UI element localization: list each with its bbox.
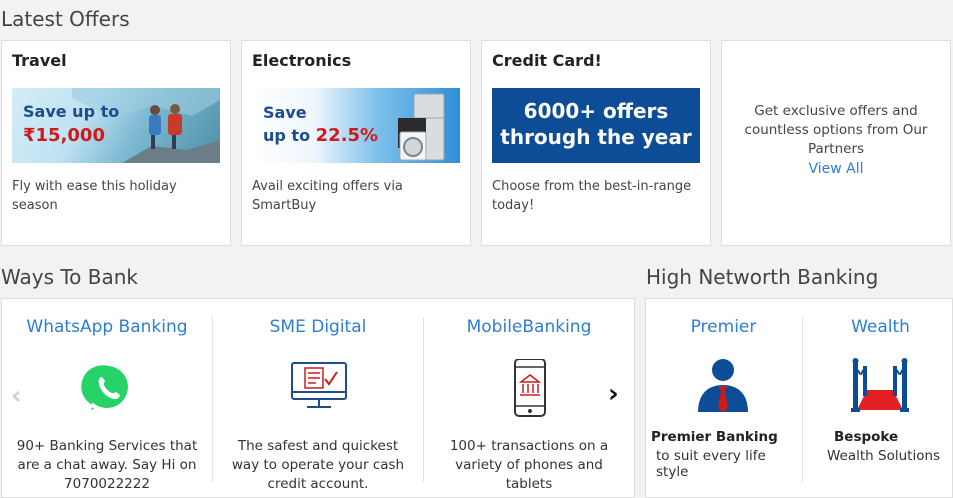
offer-card-travel[interactable]: Travel Save up to ₹15,000 Fly with ease … — [1, 40, 231, 246]
credit-card-banner[interactable]: 6000+ offers through the year — [492, 88, 700, 163]
wtb-item-description: 90+ Banking Services that are a chat awa… — [16, 438, 198, 492]
offer-card-partners: Get exclusive offers and countless optio… — [721, 40, 951, 246]
travel-banner[interactable]: Save up to ₹15,000 — [12, 88, 220, 163]
banner-value: 22.5% — [315, 125, 379, 146]
banner-line-1: Save — [263, 103, 307, 122]
wtb-item-description: The safest and quickest way to operate y… — [231, 438, 405, 492]
partners-text: Get exclusive offers and countless optio… — [744, 103, 928, 157]
red-carpet-icon — [851, 358, 909, 412]
high-networth-title: High Networth Banking — [646, 265, 879, 289]
hnw-item-line-2: to suit every life style — [656, 448, 766, 480]
ways-to-bank-carousel: ‹ WhatsApp Banking 90+ Banking Services … — [1, 298, 635, 498]
offer-description: Choose from the best-in-range today! — [492, 179, 692, 213]
high-networth-panel: Premier Premier Banking to suit every li… — [645, 298, 953, 498]
hnw-item-premier[interactable]: Premier Premier Banking to suit every li… — [646, 299, 801, 498]
wtb-item-title[interactable]: SME Digital — [213, 317, 423, 337]
wtb-item-sme-digital[interactable]: SME Digital The safest and quickest way … — [213, 299, 423, 498]
wtb-item-mobile-banking[interactable]: MobileBanking 100+ transactions on a var… — [424, 299, 634, 498]
hnw-item-line-2: Wealth Solutions — [827, 448, 941, 464]
next-arrow-icon[interactable]: › — [608, 379, 619, 409]
banner-line-2: ₹15,000 — [23, 125, 105, 146]
mobile-bank-icon — [514, 359, 546, 417]
offer-card-electronics[interactable]: Electronics Save up to 22.5% Avail excit… — [241, 40, 471, 246]
banner-line-1: Save up to — [23, 102, 120, 121]
banner-line-2: through the year — [500, 125, 692, 149]
wtb-item-title[interactable]: MobileBanking — [424, 317, 634, 337]
whatsapp-icon — [80, 363, 130, 416]
view-all-link[interactable]: View All — [722, 161, 950, 177]
banner-line-2: up to 22.5% — [263, 125, 378, 146]
offer-card-credit-card[interactable]: Credit Card! 6000+ offers through the ye… — [481, 40, 711, 246]
banner-prefix: up to — [263, 126, 311, 145]
offer-description: Fly with ease this holiday season — [12, 179, 177, 213]
hnw-item-line-1: Bespoke — [834, 429, 899, 445]
wtb-item-whatsapp[interactable]: WhatsApp Banking 90+ Banking Services th… — [2, 299, 212, 498]
offer-card-title: Electronics — [252, 51, 352, 70]
hnw-item-title[interactable]: Wealth — [803, 317, 953, 337]
hnw-item-line-1: Premier Banking — [651, 429, 778, 445]
banner-line-1: 6000+ offers — [523, 99, 669, 123]
offer-description: Avail exciting offers via SmartBuy — [252, 179, 403, 213]
ways-to-bank-title: Ways To Bank — [1, 265, 139, 289]
hnw-item-wealth[interactable]: Wealth Bespoke Wealth Solutions — [803, 299, 953, 498]
electronics-banner[interactable]: Save up to 22.5% — [252, 88, 460, 163]
person-tie-icon — [698, 359, 748, 412]
offer-card-title: Travel — [12, 51, 67, 70]
hnw-item-title[interactable]: Premier — [646, 317, 801, 337]
monitor-checklist-icon — [291, 362, 347, 408]
latest-offers-title: Latest Offers — [1, 7, 130, 31]
wtb-item-description: 100+ transactions on a variety of phones… — [449, 438, 609, 492]
wtb-item-title[interactable]: WhatsApp Banking — [2, 317, 212, 337]
offer-card-title: Credit Card! — [492, 51, 602, 70]
